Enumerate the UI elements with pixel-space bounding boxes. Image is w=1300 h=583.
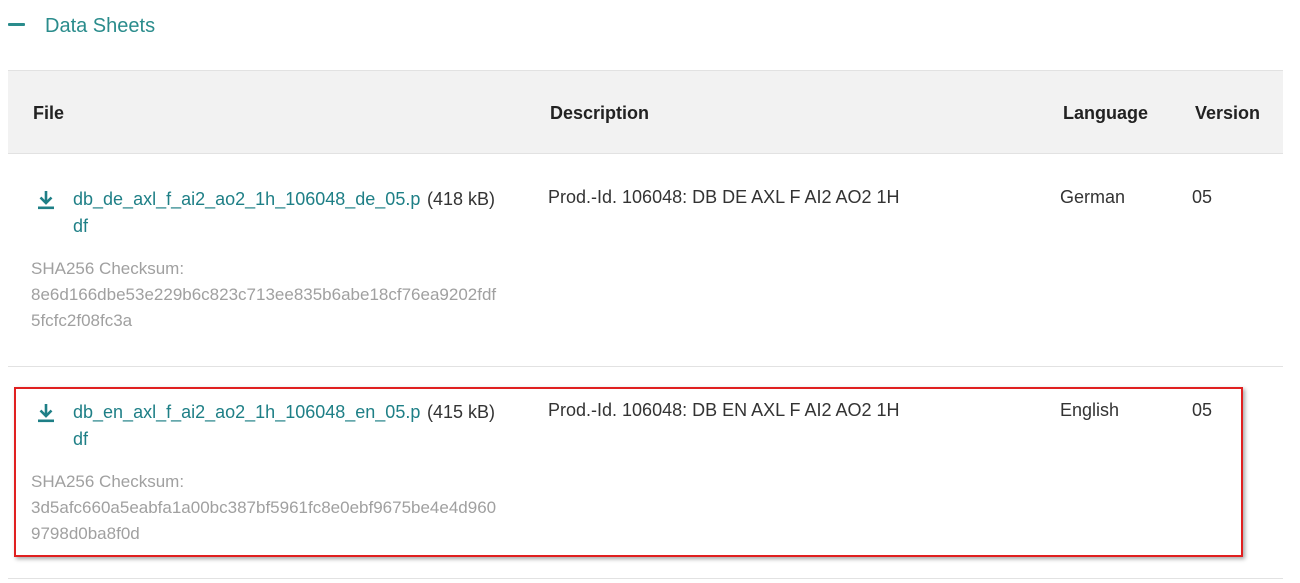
checksum-value: 8e6d166dbe53e229b6c823c713ee835b6abe18cf… — [31, 285, 497, 330]
data-sheets-section-toggle[interactable]: Data Sheets — [0, 0, 600, 52]
file-size: (415 kB) — [427, 402, 496, 422]
file-description: Prod.-Id. 106048: DB EN AXL F AI2 AO2 1H — [548, 400, 900, 420]
column-header-language: Language — [1063, 103, 1149, 123]
data-sheets-table: File Description Language Version db_de_… — [8, 70, 1283, 579]
checksum-label: SHA256 Checksum: — [31, 472, 185, 491]
column-header-version: Version — [1195, 103, 1261, 123]
download-icon[interactable] — [37, 190, 55, 210]
file-download-link[interactable]: db_en_axl_f_ai2_ao2_1h_106048_en_05.pdf — [73, 399, 423, 453]
table-header: File Description Language Version — [8, 70, 1283, 154]
column-header-description: Description — [550, 103, 650, 123]
minus-icon[interactable] — [8, 23, 25, 26]
file-language: German — [1060, 187, 1126, 207]
table-row: db_de_axl_f_ai2_ao2_1h_106048_de_05.pdf … — [8, 154, 1283, 367]
file-size: (418 kB) — [427, 189, 496, 209]
column-header-file: File — [33, 103, 65, 123]
checksum-label: SHA256 Checksum: — [31, 259, 185, 278]
file-version: 05 — [1192, 400, 1213, 420]
file-version: 05 — [1192, 187, 1213, 207]
file-language: English — [1060, 400, 1120, 420]
section-title[interactable]: Data Sheets — [45, 13, 155, 39]
page: Data Sheets File Description Language Ve… — [0, 0, 1300, 583]
table-row: db_en_axl_f_ai2_ao2_1h_106048_en_05.pdf … — [8, 367, 1283, 579]
file-description: Prod.-Id. 106048: DB DE AXL F AI2 AO2 1H — [548, 187, 900, 207]
checksum-value: 3d5afc660a5eabfa1a00bc387bf5961fc8e0ebf9… — [31, 498, 497, 543]
download-icon[interactable] — [37, 403, 55, 423]
file-download-link[interactable]: db_de_axl_f_ai2_ao2_1h_106048_de_05.pdf — [73, 186, 423, 240]
